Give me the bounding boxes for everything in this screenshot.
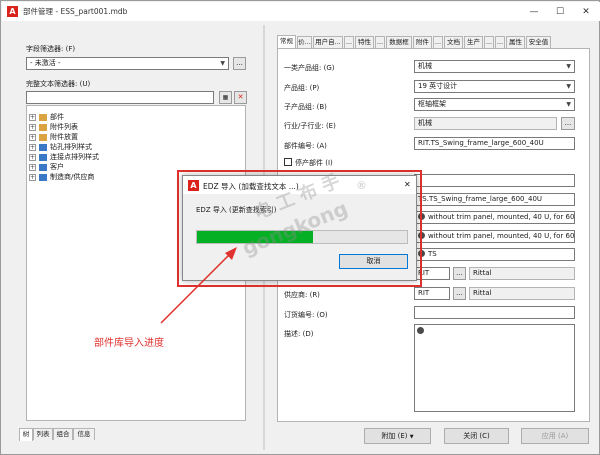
watermark-mark: ® — [356, 179, 367, 192]
annotation-label: 部件库导入进度 — [94, 338, 164, 349]
main-window: A 部件管理 - ESS_part001.mdb — ☐ ✕ 字段筛选器: (F… — [0, 0, 600, 455]
